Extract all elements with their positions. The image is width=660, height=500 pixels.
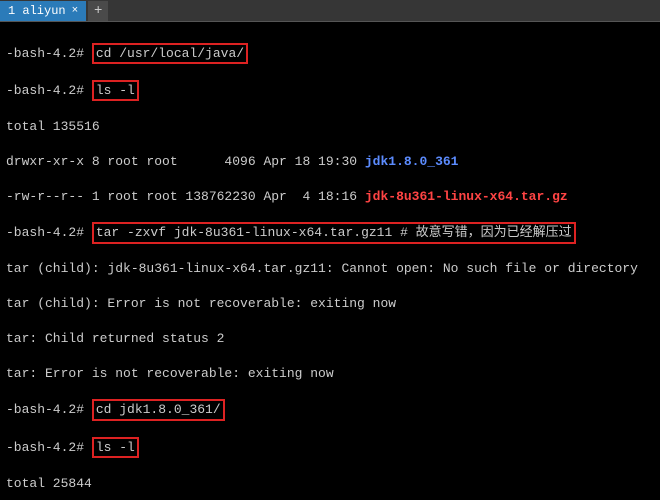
output-line: total 25844 [6,475,654,493]
terminal[interactable]: -bash-4.2# cd /usr/local/java/ -bash-4.2… [0,22,660,500]
dir-name: jdk1.8.0_361 [365,154,459,169]
command-highlight: tar -zxvf jdk-8u361-linux-x64.tar.gz11 #… [92,222,576,244]
output-line: -rw-r--r-- 1 root root 138762230 Apr 4 1… [6,188,654,206]
command-highlight: ls -l [92,80,139,102]
tab-label: 1 aliyun [8,4,66,18]
output-line: tar: Child returned status 2 [6,330,654,348]
new-tab-button[interactable]: + [88,1,108,21]
prompt: -bash-4.2# [6,83,84,98]
prompt: -bash-4.2# [6,440,84,455]
command-highlight: cd /usr/local/java/ [92,43,248,65]
prompt: -bash-4.2# [6,46,84,61]
prompt: -bash-4.2# [6,402,84,417]
plus-icon: + [94,3,102,19]
prompt: -bash-4.2# [6,225,84,240]
command-highlight: ls -l [92,437,139,459]
output-line: tar (child): jdk-8u361-linux-x64.tar.gz1… [6,260,654,278]
archive-name: jdk-8u361-linux-x64.tar.gz [365,189,568,204]
close-icon[interactable]: × [72,5,79,17]
tab-aliyun[interactable]: 1 aliyun × [0,1,86,21]
output-line: tar (child): Error is not recoverable: e… [6,295,654,313]
output-line: drwxr-xr-x 8 root root 4096 Apr 18 19:30… [6,153,654,171]
command-highlight: cd jdk1.8.0_361/ [92,399,225,421]
output-line: total 135516 [6,118,654,136]
tab-bar: 1 aliyun × + [0,0,660,22]
output-line: tar: Error is not recoverable: exiting n… [6,365,654,383]
